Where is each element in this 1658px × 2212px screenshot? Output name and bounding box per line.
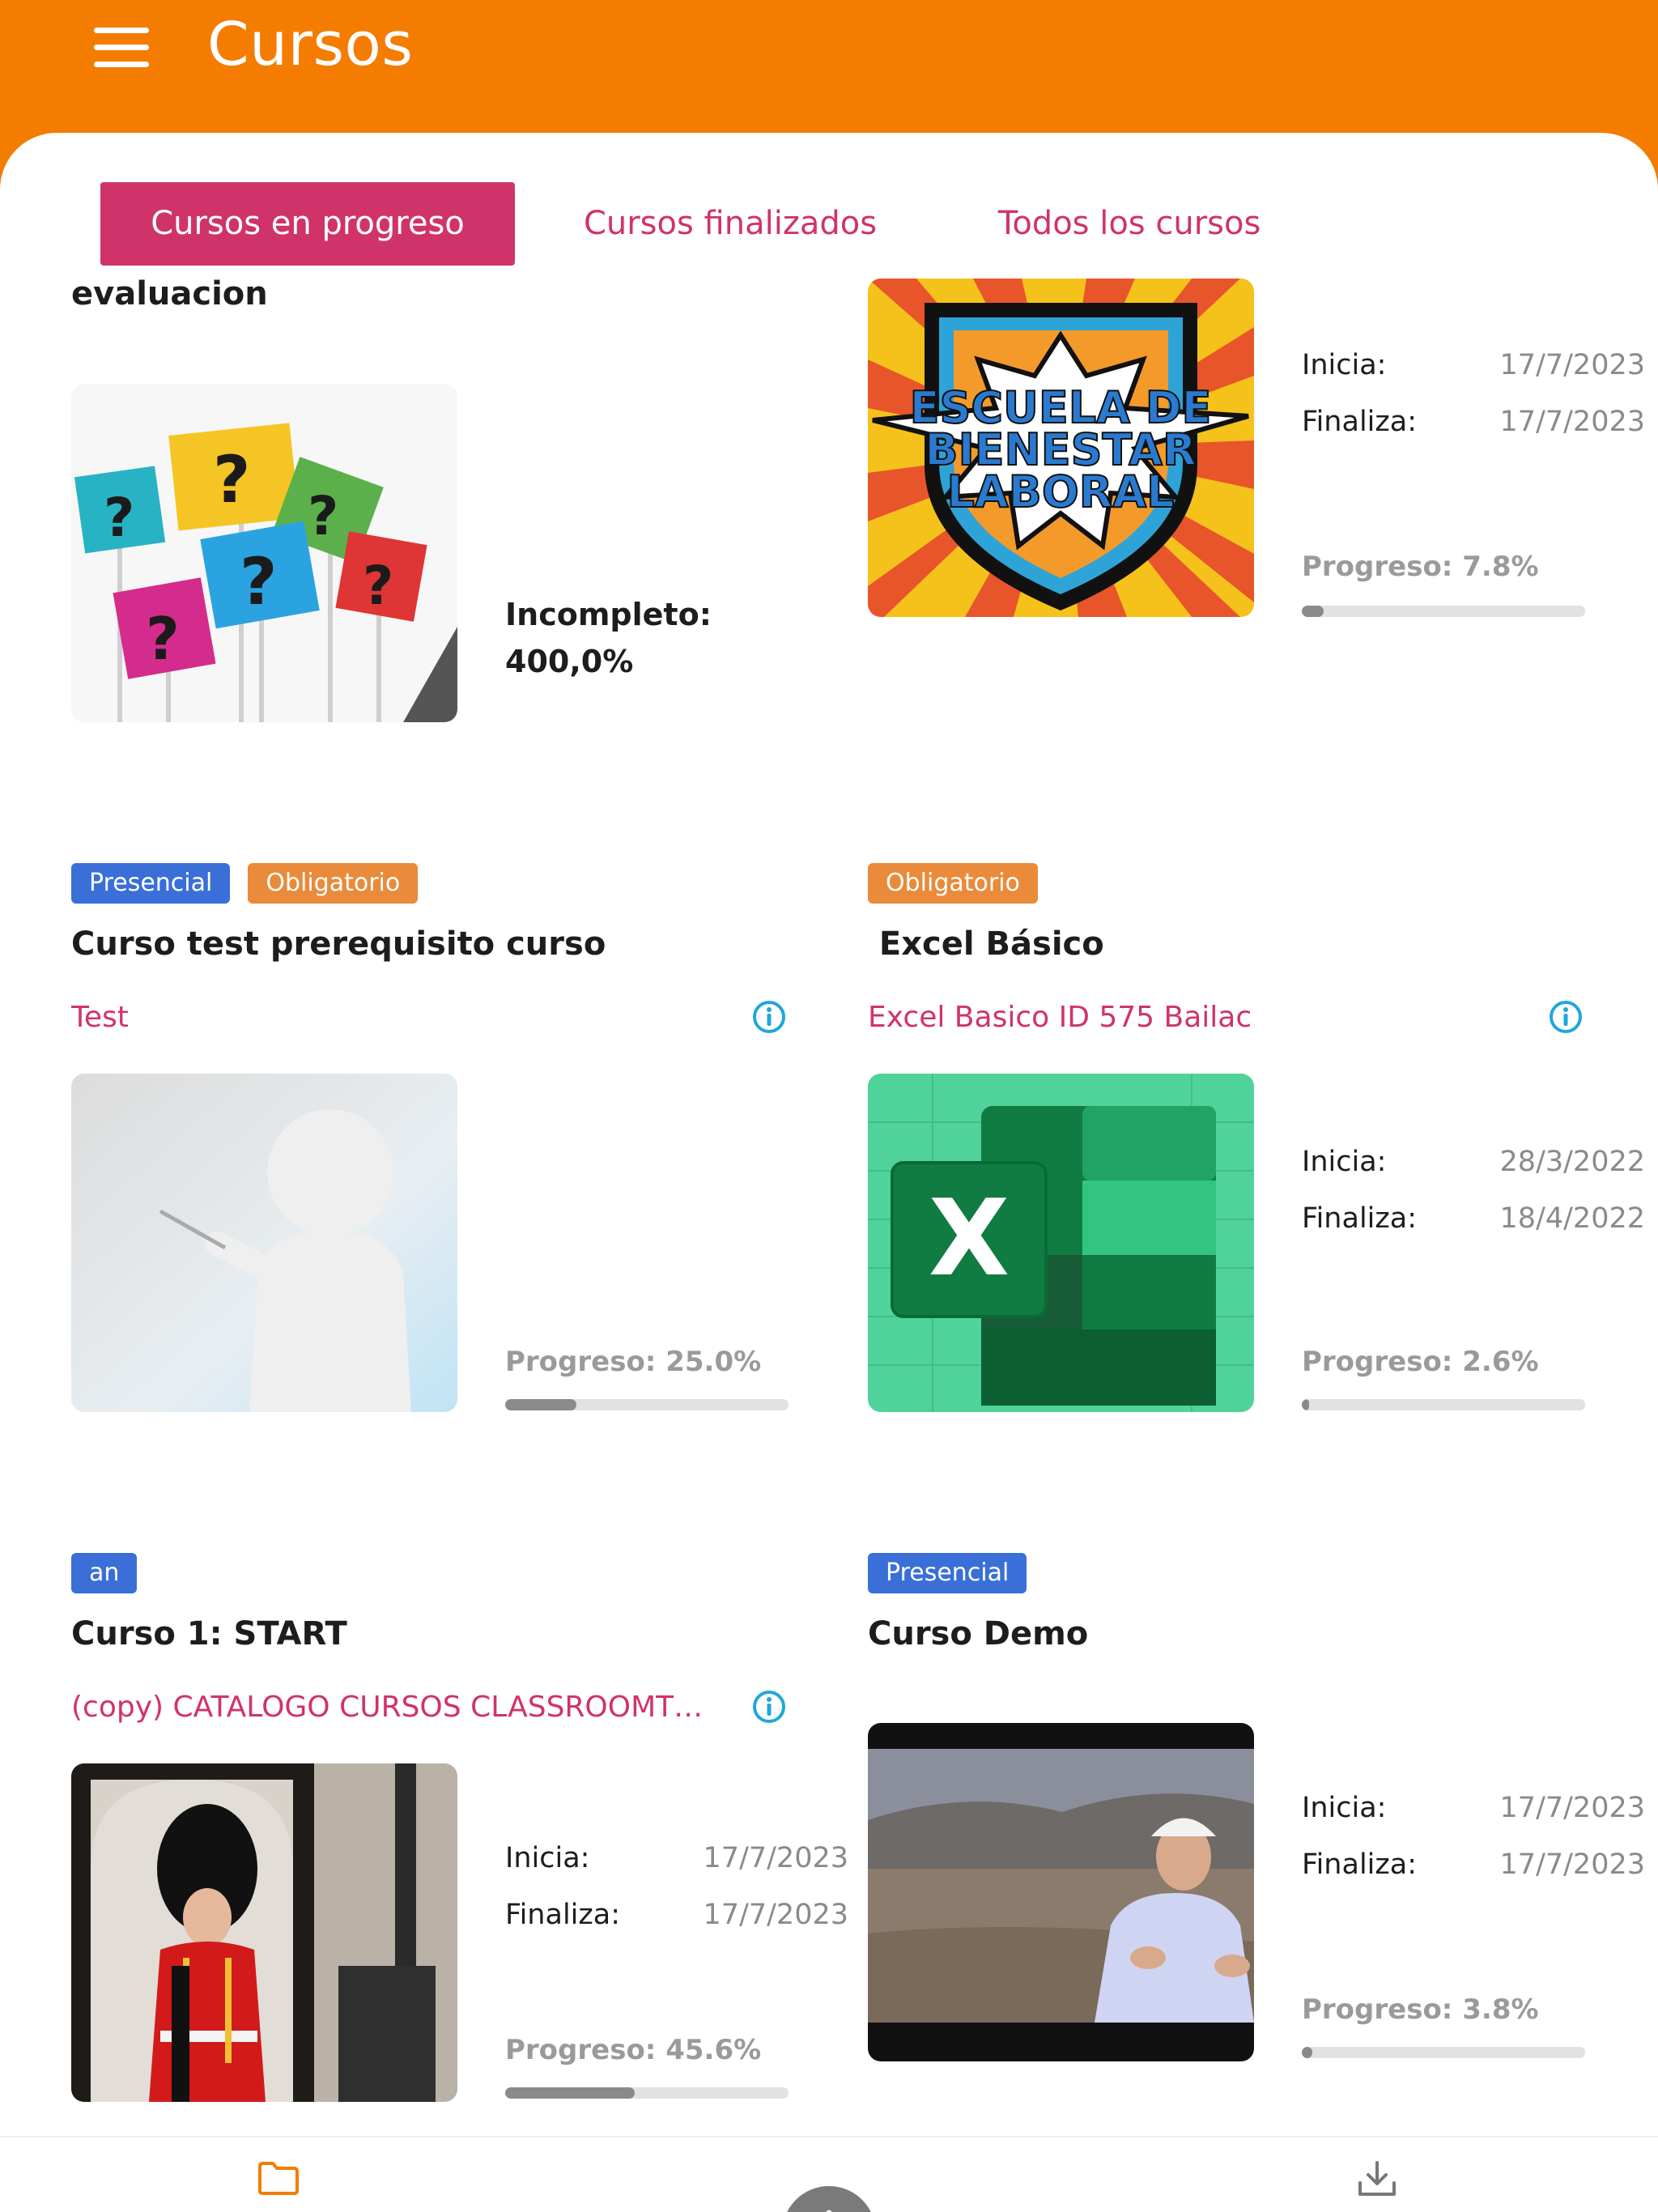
- hamburger-menu-icon[interactable]: [94, 28, 149, 68]
- end-date: 17/7/2023: [1499, 1848, 1645, 1881]
- badge-row: Presencial Obligatorio: [71, 863, 419, 904]
- course-thumbnail[interactable]: ESCUELA DE BIENESTAR LABORAL: [868, 279, 1254, 617]
- progress-fill: [1302, 606, 1324, 617]
- progress-fill: [505, 1399, 576, 1410]
- course-title: evaluacion: [71, 275, 268, 313]
- course-thumbnail[interactable]: X: [868, 1074, 1254, 1412]
- start-date: 17/7/2023: [703, 1842, 848, 1874]
- info-icon[interactable]: [1548, 999, 1584, 1035]
- course-dates: Inicia: 28/3/2022 Finaliza: 18/4/2022: [1302, 1134, 1645, 1247]
- info-icon[interactable]: [751, 999, 787, 1035]
- status-value: 400,0%: [505, 644, 634, 679]
- tab-in-progress[interactable]: Cursos en progreso: [100, 182, 515, 266]
- progress-bar: [505, 1399, 789, 1410]
- svg-text:?: ?: [240, 544, 277, 619]
- end-date: 17/7/2023: [1499, 406, 1645, 438]
- badge: Obligatorio: [248, 863, 419, 904]
- page-title: Cursos: [207, 10, 414, 79]
- course-dates: Inicia: 17/7/2023 Finaliza: 17/7/2023: [1302, 337, 1645, 450]
- end-label: Finaliza:: [1302, 406, 1417, 438]
- progress-label: Progreso: 3.8%: [1302, 1993, 1539, 2026]
- progress-bar: [1302, 606, 1585, 617]
- progress-fill: [1302, 2047, 1313, 2058]
- course-title: Excel Básico: [868, 925, 1104, 963]
- course-title: Curso test prerequisito curso: [71, 925, 606, 963]
- svg-text:X: X: [929, 1176, 1010, 1300]
- course-subtitle[interactable]: (copy) CATALOGO CURSOS CLASSROOMTV, C...: [71, 1691, 719, 1724]
- badge: Obligatorio: [868, 863, 1038, 904]
- progress-fill: [505, 2087, 635, 2099]
- progress-label: Progreso: 7.8%: [1302, 551, 1539, 583]
- end-date: 17/7/2023: [703, 1899, 848, 1931]
- course-thumbnail[interactable]: [868, 1723, 1254, 2061]
- end-date: 18/4/2022: [1499, 1202, 1645, 1235]
- download-icon[interactable]: [1357, 2160, 1397, 2197]
- home-icon: [826, 2210, 832, 2212]
- end-label: Finaliza:: [1302, 1848, 1417, 1881]
- badge-row: Obligatorio: [868, 863, 1038, 904]
- course-title: Curso 1: START: [71, 1615, 347, 1653]
- start-label: Inicia:: [1302, 1146, 1387, 1178]
- logo-text: LABORAL: [946, 466, 1174, 517]
- progress-bar: [1302, 1399, 1585, 1410]
- badge-row: Presencial: [868, 1553, 1027, 1593]
- end-label: Finaliza:: [1302, 1202, 1417, 1235]
- svg-text:?: ?: [213, 442, 250, 517]
- course-card[interactable]: Obligatorio Excel Básico Excel Basico ID…: [868, 863, 1645, 1430]
- svg-text:?: ?: [104, 487, 134, 549]
- status-label: Incompleto:: [505, 597, 712, 632]
- course-thumbnail[interactable]: ? ? ? ? ? ?: [71, 384, 457, 722]
- progress-bar: [505, 2087, 789, 2099]
- tab-finished[interactable]: Cursos finalizados: [567, 182, 894, 266]
- course-card[interactable]: an Curso 1: START (copy) CATALOGO CURSOS…: [71, 1553, 848, 2120]
- course-card[interactable]: evaluacion ? ? ? ? ? ? Incompleto: 400,0…: [71, 235, 848, 737]
- end-label: Finaliza:: [505, 1899, 620, 1931]
- progress-label: Progreso: 25.0%: [505, 1346, 762, 1378]
- svg-text:?: ?: [308, 485, 338, 547]
- course-card[interactable]: Presencial Obligatorio Curso test prereq…: [71, 863, 848, 1430]
- course-dates: Inicia: 17/7/2023 Finaliza: 17/7/2023: [505, 1830, 848, 1943]
- start-date: 17/7/2023: [1499, 349, 1645, 381]
- course-subtitle[interactable]: Excel Basico ID 575 Bailac: [868, 1001, 1516, 1034]
- start-label: Inicia:: [505, 1842, 590, 1874]
- course-thumbnail[interactable]: [71, 1074, 457, 1412]
- badge: Presencial: [868, 1553, 1027, 1593]
- badge-row: an: [71, 1553, 138, 1593]
- course-card[interactable]: Presencial Curso Demo Inicia: 17/7/2023 F…: [868, 1553, 1645, 2120]
- info-icon[interactable]: [751, 1689, 787, 1725]
- progress-label: Progreso: 45.6%: [505, 2034, 762, 2066]
- progress-fill: [1302, 1399, 1310, 1410]
- svg-text:?: ?: [146, 605, 180, 673]
- course-subtitle[interactable]: Test: [71, 1001, 719, 1034]
- start-date: 28/3/2022: [1499, 1146, 1645, 1178]
- progress-label: Progreso: 2.6%: [1302, 1346, 1539, 1378]
- svg-text:?: ?: [363, 555, 393, 617]
- start-label: Inicia:: [1302, 1792, 1387, 1824]
- badge: an: [71, 1553, 138, 1593]
- progress-bar: [1302, 2047, 1585, 2058]
- course-dates: Inicia: 17/7/2023 Finaliza: 17/7/2023: [1302, 1780, 1645, 1893]
- badge: Presencial: [71, 863, 231, 904]
- course-thumbnail[interactable]: [71, 1763, 457, 2102]
- start-label: Inicia:: [1302, 349, 1387, 381]
- start-date: 17/7/2023: [1499, 1792, 1645, 1824]
- course-title: Curso Demo: [868, 1615, 1089, 1653]
- completion-status: Incompleto: 400,0%: [505, 591, 712, 685]
- tab-all-courses[interactable]: Todos los cursos: [971, 182, 1287, 266]
- folder-icon[interactable]: [257, 2160, 300, 2196]
- course-card[interactable]: ESCUELA DE BIENESTAR LABORAL Inicia: 17/7…: [868, 73, 1645, 640]
